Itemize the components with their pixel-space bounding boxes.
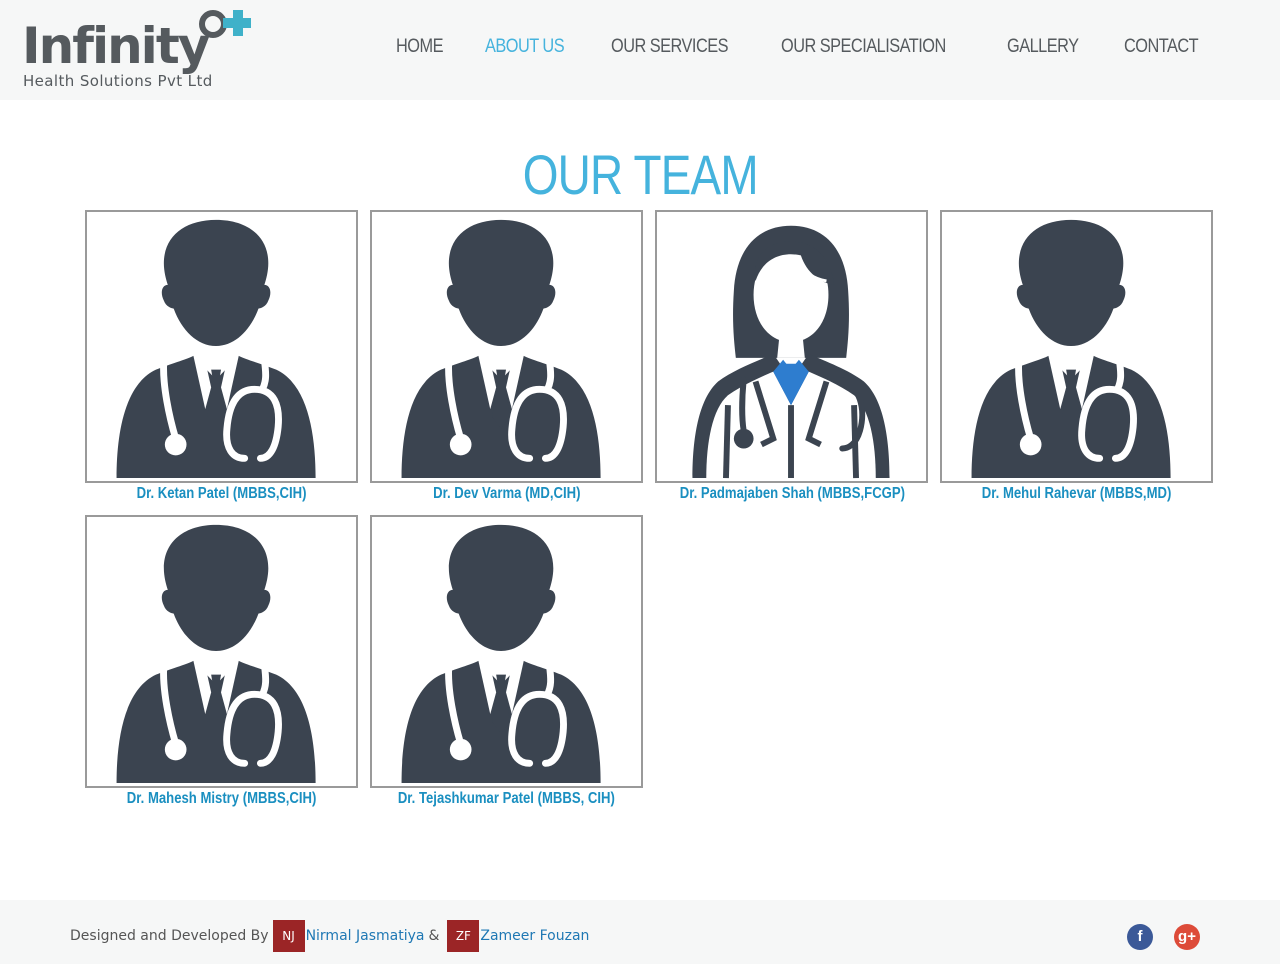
member-name-text: Dr. Dev Varma (MD,CIH) [432,485,581,502]
team-card-ketan-patel[interactable] [85,210,358,483]
nav-contact[interactable]: CONTACT [1124,36,1199,58]
brand-name: Infinity [22,17,210,75]
male-doctor-icon [372,212,641,481]
male-doctor-icon [372,517,641,786]
member-name-text: Dr. Mahesh Mistry (MBBS,CIH) [126,790,317,807]
site-footer: Designed and Developed By NJ Nirmal Jasm… [0,900,1280,964]
facebook-glyph: f [1137,928,1143,945]
male-doctor-icon [87,212,356,481]
google-plus-icon[interactable]: g+ [1174,924,1200,950]
member-name: Dr. Ketan Patel (MBBS,CIH) [85,485,358,503]
team-card-dev-varma[interactable] [370,210,643,483]
facebook-icon[interactable]: f [1127,924,1153,950]
team-card-mehul-rahevar[interactable] [940,210,1213,483]
developer-credits: Designed and Developed By NJ Nirmal Jasm… [70,920,589,952]
nav-home[interactable]: HOME [396,36,443,58]
page-title-text: OUR TEAM [522,143,759,206]
member-name-text: Dr. Tejashkumar Patel (MBBS, CIH) [397,790,616,807]
nav-our-specialisation[interactable]: OUR SPECIALISATION [781,36,946,58]
female-doctor-icon [657,212,926,481]
team-card-tejashkumar-patel[interactable] [370,515,643,788]
team-card-mahesh-mistry[interactable] [85,515,358,788]
google-plus-glyph: g+ [1178,928,1196,945]
credit-prefix: Designed and Developed By [70,928,269,944]
brand-tagline: Health Solutions Pvt Ltd [23,72,213,90]
member-name: Dr. Mahesh Mistry (MBBS,CIH) [85,790,358,808]
member-name: Dr. Padmajaben Shah (MBBS,FCGP) [655,485,928,503]
member-name: Dr. Dev Varma (MD,CIH) [370,485,643,503]
developer1-link[interactable]: Nirmal Jasmatiya [306,928,425,944]
developer2-avatar: ZF [447,920,480,952]
member-name-text: Dr. Ketan Patel (MBBS,CIH) [136,485,307,502]
member-name-text: Dr. Padmajaben Shah (MBBS,FCGP) [679,485,905,502]
member-name: Dr. Mehul Rahevar (MBBS,MD) [940,485,1213,503]
brand-logo[interactable]: Infinity Health Solutions Pvt Ltd [22,8,262,92]
developer1-avatar: NJ [272,920,305,952]
main-nav: HOME ABOUT US OUR SERVICES OUR SPECIALIS… [362,36,1210,58]
site-header: Infinity Health Solutions Pvt Ltd HOME A… [0,0,1280,100]
nav-gallery[interactable]: GALLERY [1007,36,1079,58]
medical-cross-icon [199,10,251,38]
nav-our-services[interactable]: OUR SERVICES [611,36,729,58]
male-doctor-icon [942,212,1211,481]
page-title: OUR TEAM [0,142,1280,207]
male-doctor-icon [87,517,356,786]
team-card-padmajaben-shah[interactable] [655,210,928,483]
member-name-text: Dr. Mehul Rahevar (MBBS,MD) [981,485,1172,502]
member-name: Dr. Tejashkumar Patel (MBBS, CIH) [370,790,643,808]
developer2-link[interactable]: Zameer Fouzan [480,928,589,944]
nav-about-us[interactable]: ABOUT US [485,36,565,58]
credit-separator: & [428,928,440,944]
